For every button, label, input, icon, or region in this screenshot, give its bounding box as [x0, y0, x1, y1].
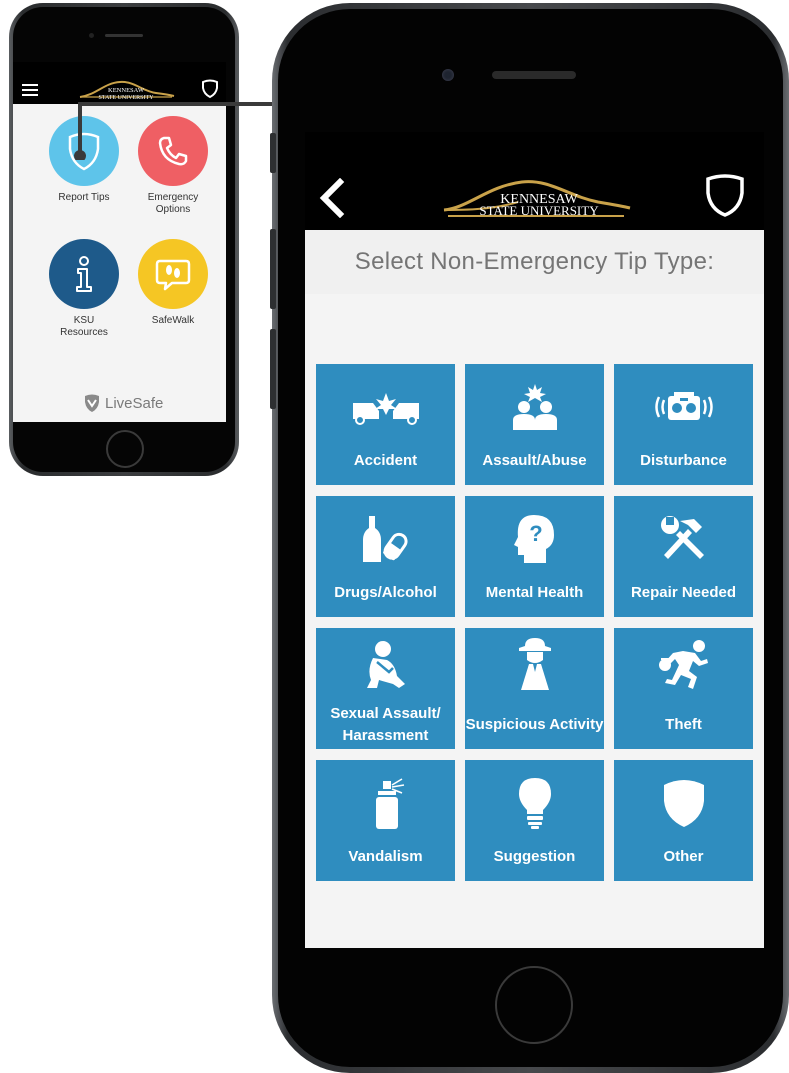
- tip-type-label: Drugs/Alcohol: [334, 584, 437, 601]
- callout-connector-line: [74, 102, 300, 160]
- tip-type-disturbance[interactable]: Disturbance: [614, 364, 753, 485]
- tip-type-label: Other: [663, 848, 704, 865]
- mute-switch: [270, 133, 276, 173]
- safewalk-label: SafeWalk: [151, 315, 195, 326]
- tip-type-label: Vandalism: [348, 848, 423, 865]
- livesafe-logo-icon: [85, 394, 99, 412]
- tip-type-label: Suggestion: [493, 848, 576, 865]
- tip-type-sexual-assault-harassment[interactable]: Sexual Assault/ Harassment: [316, 628, 455, 749]
- assault-icon: [465, 372, 604, 442]
- shield-icon: [614, 768, 753, 838]
- tip-type-screen: Select Non-Emergency Tip Type: Accident: [305, 230, 764, 948]
- tip-type-label: Disturbance: [640, 452, 727, 469]
- tip-type-label: Sexual Assault/ Harassment: [330, 705, 441, 744]
- tip-type-suspicious-activity[interactable]: Suspicious Activity: [465, 628, 604, 749]
- small-phone-home-button[interactable]: [106, 430, 144, 468]
- tip-type-suggestion[interactable]: Suggestion: [465, 760, 604, 881]
- tip-type-label: Theft: [665, 716, 702, 733]
- ksu-resources-tile[interactable]: KSU Resources: [49, 239, 119, 339]
- back-arrow-icon[interactable]: [318, 178, 346, 218]
- footsteps-chat-icon: [155, 259, 191, 291]
- tip-type-mental-health[interactable]: ? Mental Health: [465, 496, 604, 617]
- screen-title-row: Select Non-Emergency Tip Type:: [305, 230, 764, 294]
- svg-text:?: ?: [529, 521, 542, 546]
- livesafe-brand: LiveSafe: [83, 392, 163, 414]
- page-title: Select Non-Emergency Tip Type:: [354, 248, 715, 275]
- tip-type-label: Accident: [353, 452, 418, 469]
- head-question-icon: ?: [465, 504, 604, 574]
- safewalk-tile[interactable]: SafeWalk: [138, 239, 208, 327]
- small-logo-line1: KENNESAW: [108, 87, 145, 94]
- large-phone-home-button[interactable]: [495, 966, 573, 1044]
- large-phone-speaker: [492, 71, 576, 79]
- tip-type-other[interactable]: Other: [614, 760, 753, 881]
- small-header-bar: KENNESAW STATE UNIVERSITY: [13, 62, 226, 104]
- tip-type-label: Assault/Abuse: [482, 452, 587, 469]
- running-thief-icon: [614, 630, 753, 700]
- tip-type-label: Mental Health: [485, 584, 584, 601]
- tools-icon: [614, 504, 753, 574]
- tip-type-vandalism[interactable]: Vandalism: [316, 760, 455, 881]
- volume-up-button: [270, 229, 276, 309]
- shield-icon[interactable]: [703, 173, 747, 219]
- crouching-person-icon: [316, 630, 455, 700]
- hamburger-menu-icon[interactable]: [22, 84, 38, 96]
- livesafe-text: LiveSafe: [105, 394, 164, 412]
- small-phone-speaker: [105, 34, 143, 37]
- ksu-resources-label: KSU Resources: [60, 315, 108, 338]
- hat-person-icon: [465, 630, 604, 700]
- car-crash-icon: [316, 372, 455, 442]
- tip-type-label: Suspicious Activity: [465, 716, 604, 733]
- report-tips-label: Report Tips: [58, 192, 110, 203]
- tip-type-label: Repair Needed: [630, 584, 737, 601]
- emergency-options-label: Emergency Options: [147, 192, 199, 215]
- ksu-resources-circle: [49, 239, 119, 309]
- volume-down-button: [270, 329, 276, 409]
- tip-type-repair-needed[interactable]: Repair Needed: [614, 496, 753, 617]
- shield-icon[interactable]: [200, 79, 220, 99]
- info-icon: [76, 256, 92, 292]
- lightbulb-icon: [465, 768, 604, 838]
- safewalk-circle: [138, 239, 208, 309]
- tip-type-assault-abuse[interactable]: Assault/Abuse: [465, 364, 604, 485]
- spray-can-icon: [316, 768, 455, 838]
- large-phone-camera: [442, 69, 454, 81]
- tip-type-drugs-alcohol[interactable]: Drugs/Alcohol: [316, 496, 455, 617]
- tip-type-accident[interactable]: Accident: [316, 364, 455, 485]
- ksu-logo: KENNESAW STATE UNIVERSITY: [443, 180, 631, 218]
- small-phone-camera: [89, 33, 94, 38]
- boombox-icon: [614, 372, 753, 442]
- tip-type-theft[interactable]: Theft: [614, 628, 753, 749]
- ksu-logo: KENNESAW STATE UNIVERSITY: [79, 80, 175, 101]
- logo-line2: STATE UNIVERSITY: [479, 203, 599, 218]
- bottle-pill-icon: [316, 504, 455, 574]
